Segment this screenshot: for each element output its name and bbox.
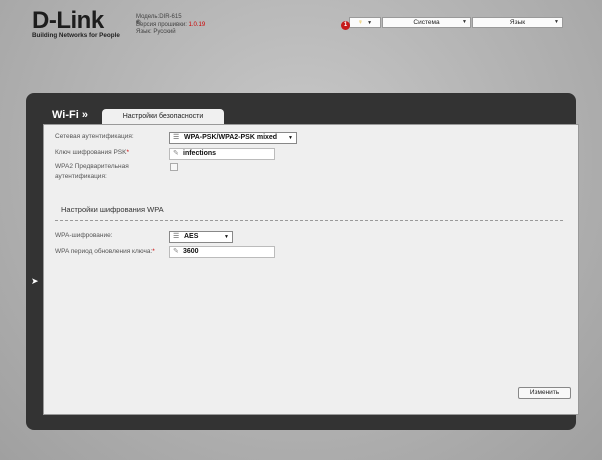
wpa-encryption-section-title: Настройки шифрования WPA <box>61 205 164 214</box>
rekey-input[interactable]: ✎ 3600 <box>169 246 275 258</box>
firmware-text: Версия прошивки: 1.0.19 <box>136 21 206 28</box>
settings-form: Сетевая аутентификация: ☰ WPA-PSK/WPA2-P… <box>43 124 579 415</box>
model-text: Модель:DIR-615 <box>136 14 182 20</box>
main-panel: ➤ Wi-Fi » Настройки безопасности Сетевая… <box>26 93 579 430</box>
logo-text: D-Link ® <box>32 7 140 34</box>
wpa2-preauth-label: WPA2 Предварительная аутентификация: <box>55 163 129 180</box>
psk-input[interactable]: ✎ infections <box>169 148 275 160</box>
chevron-down-icon: ▼ <box>554 19 559 25</box>
firmware-version[interactable]: 1.0.19 <box>189 22 206 28</box>
notification-badge[interactable]: 1 <box>341 21 350 30</box>
collapse-arrow-icon[interactable]: ➤ <box>31 276 39 287</box>
wpa2-preauth-checkbox[interactable] <box>170 163 178 171</box>
tab-security-settings[interactable]: Настройки безопасности <box>102 109 224 124</box>
lightbulb-icon: ♀ <box>357 19 364 26</box>
device-info: Модель:DIR-615 Версия прошивки: 1.0.19 Я… <box>136 14 205 37</box>
wpa-encryption-label: WPA-шифрование: <box>55 232 113 239</box>
chevron-down-icon: ▼ <box>288 135 293 141</box>
notifications-dropdown[interactable]: ♀ ▼ <box>349 17 381 28</box>
wpa-encryption-select[interactable]: ☰ AES ▼ <box>169 231 233 243</box>
pencil-icon: ✎ <box>173 150 179 157</box>
system-menu[interactable]: Система ▼ <box>382 17 471 28</box>
language-menu[interactable]: Язык ▼ <box>472 17 563 28</box>
section-divider <box>55 220 563 221</box>
chevron-down-icon: ▼ <box>462 19 467 25</box>
language-text: Язык: Русский <box>136 29 176 35</box>
chevron-down-icon: ▼ <box>224 234 229 240</box>
breadcrumb-wifi[interactable]: Wi-Fi » <box>52 109 88 121</box>
psk-label: Ключ шифрования PSK* <box>55 149 130 156</box>
pencil-icon: ✎ <box>173 248 179 255</box>
rekey-label: WPA период обновления ключа:* <box>55 248 155 255</box>
dlink-logo[interactable]: D-Link ® Building Networks for People <box>32 7 140 40</box>
chevron-down-icon: ▼ <box>367 19 373 26</box>
list-icon: ☰ <box>173 134 180 141</box>
list-icon: ☰ <box>173 233 180 240</box>
change-button[interactable]: Изменить <box>518 387 571 399</box>
auth-label: Сетевая аутентификация: <box>55 133 134 140</box>
auth-select[interactable]: ☰ WPA-PSK/WPA2-PSK mixed ▼ <box>169 132 297 144</box>
header: D-Link ® Building Networks for People Мод… <box>0 0 602 50</box>
top-menu-bar: 1 ♀ ▼ Система ▼ Язык ▼ <box>341 17 563 30</box>
